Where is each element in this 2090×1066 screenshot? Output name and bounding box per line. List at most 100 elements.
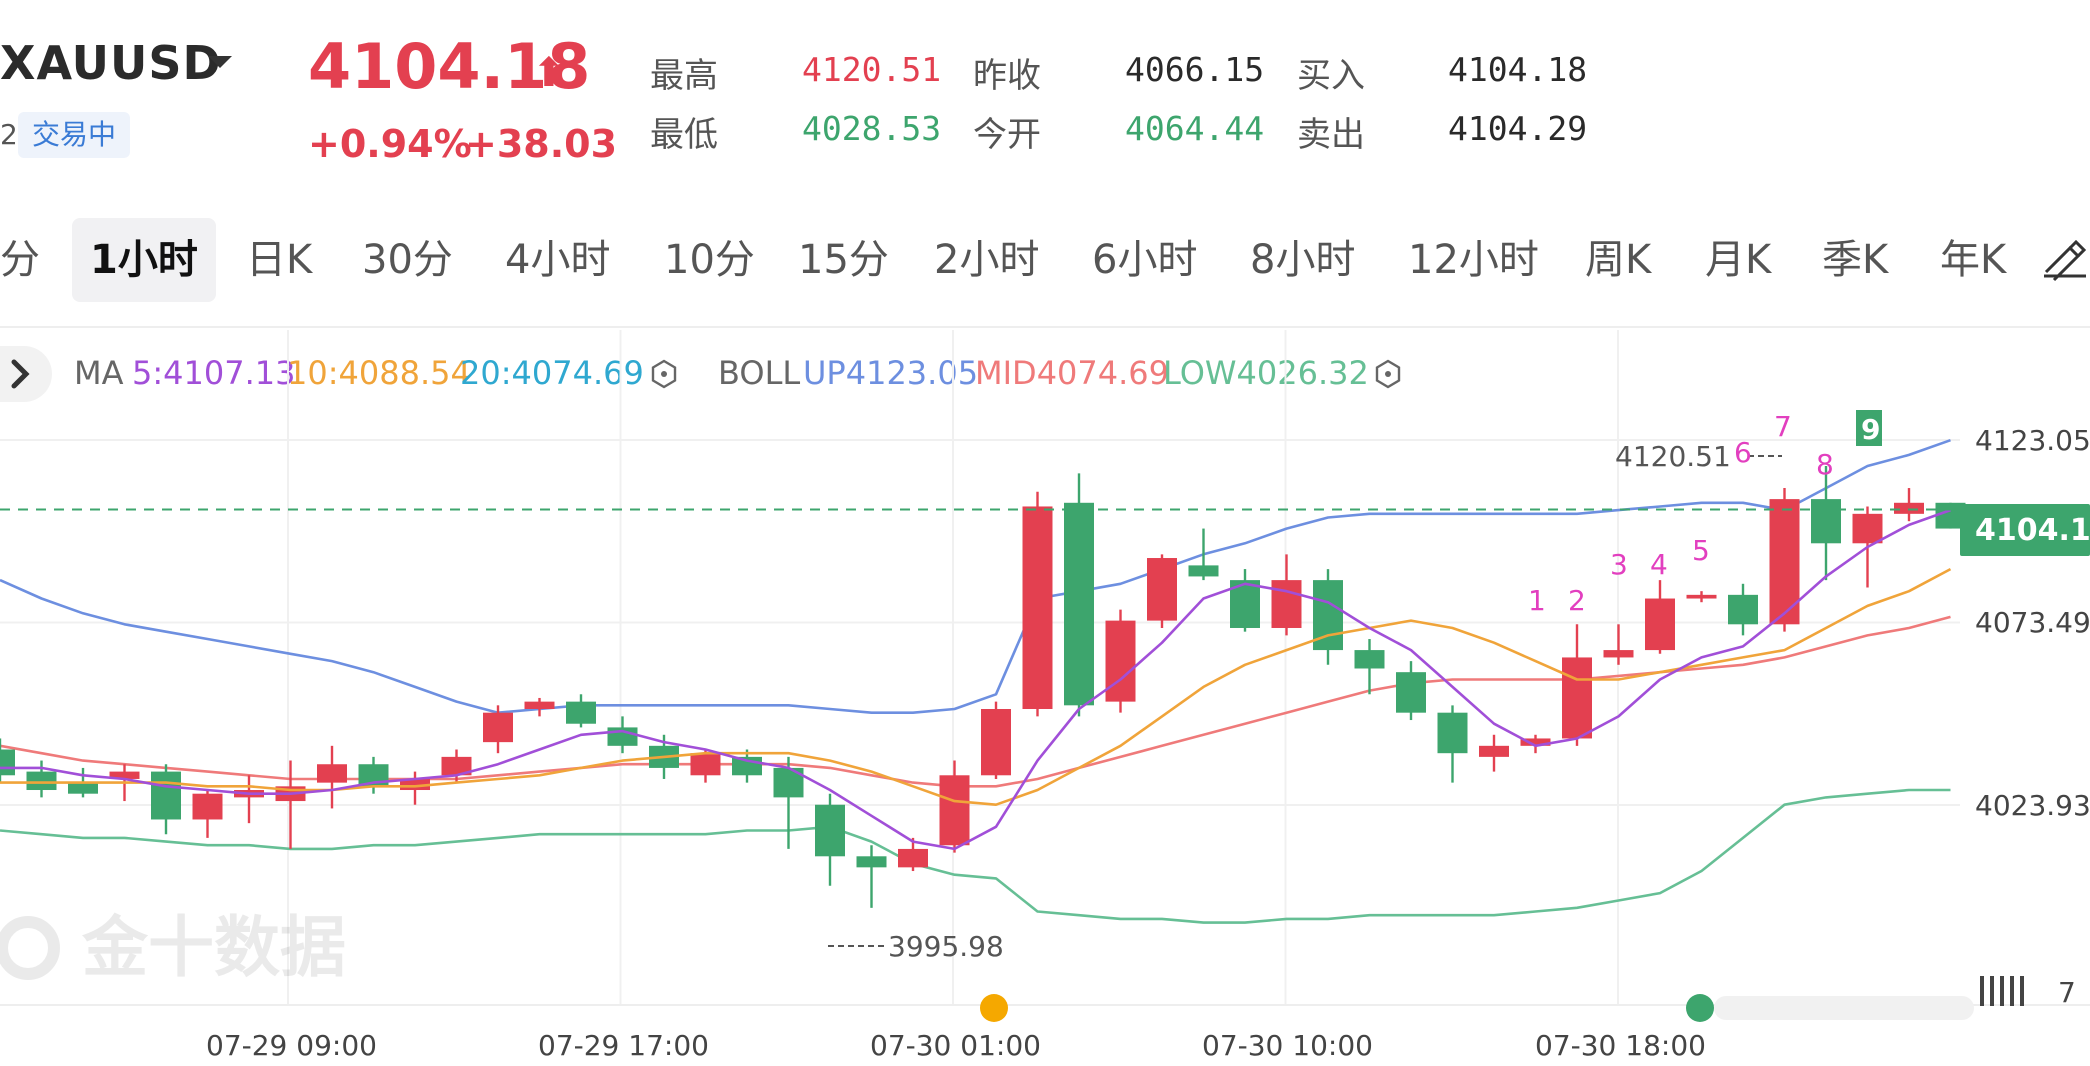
candle-body <box>1147 558 1177 621</box>
draw-tool-icon[interactable] <box>2040 232 2090 282</box>
candle-body <box>939 775 970 846</box>
sequence-label: 7 <box>1774 410 1792 443</box>
tab-12h[interactable]: 12小时 <box>1408 218 1539 302</box>
high-label: 最高 <box>650 56 718 96</box>
tab-4h[interactable]: 4小时 <box>505 218 610 302</box>
x-axis-label: 07-29 17:00 <box>538 1029 709 1062</box>
high-annotation: 4120.51 <box>1615 440 1731 473</box>
tab-15m[interactable]: 15分 <box>798 218 889 302</box>
candle-body <box>815 804 845 857</box>
candle-body <box>1396 672 1426 713</box>
tab-weekly[interactable]: 周K <box>1585 218 1651 302</box>
current-price-tag-text: 4104.18 <box>1975 513 2090 548</box>
low-value: 4028.53 <box>802 109 942 148</box>
watermark-text: 金十数据 <box>81 909 346 986</box>
sequence-label: 2 <box>1568 584 1586 617</box>
low-annotation: 3995.98 <box>888 930 1004 963</box>
candle-body <box>1562 657 1592 739</box>
prev-close-label: 昨收 <box>973 56 1041 96</box>
y-axis-label: 4073.49 <box>1975 606 2090 639</box>
candle-body <box>1064 502 1094 706</box>
candle-body <box>566 701 596 724</box>
period-tabs: 分 1小时 日K 30分 4小时 10分 15分 2小时 6小时 8小时 12小… <box>0 218 2090 302</box>
candle-body <box>898 848 928 868</box>
low-label: 最低 <box>650 115 718 155</box>
candle-body <box>1105 620 1136 702</box>
bid-value: 4104.18 <box>1448 50 1588 89</box>
change-percent: +0.94% <box>308 122 472 166</box>
open-value: 4064.44 <box>1125 109 1265 148</box>
candle-body <box>856 856 887 868</box>
candle-body <box>0 749 15 776</box>
price-up-arrow-icon: ⬆ <box>532 50 566 96</box>
candle-body <box>68 782 98 794</box>
sequence-label: 6 <box>1734 436 1752 469</box>
y-axis-label: 4123.05 <box>1975 424 2090 457</box>
volume-toggle-icon[interactable] <box>1980 976 2024 1006</box>
candle-body <box>1022 506 1053 709</box>
sequence-label: 1 <box>1528 584 1546 617</box>
symbol-name[interactable]: XAUUSD <box>0 36 222 90</box>
corner-text: 7 <box>2058 976 2076 1009</box>
high-value: 4120.51 <box>802 50 942 89</box>
sequence-label: 3 <box>1610 548 1628 581</box>
open-label: 今开 <box>973 115 1041 155</box>
candle-body <box>1271 580 1302 628</box>
tabs-divider <box>0 326 2090 328</box>
symbol-dropdown-icon[interactable] <box>208 56 232 68</box>
tab-daily[interactable]: 日K <box>246 218 312 302</box>
sequence-label: 8 <box>1816 448 1834 481</box>
market-prefix: 2 <box>0 118 18 151</box>
x-axis-label: 07-29 09:00 <box>206 1029 377 1062</box>
ask-value: 4104.29 <box>1448 109 1588 148</box>
candle-body <box>1894 502 1924 514</box>
candle-body <box>1811 499 1841 544</box>
candle-body <box>1852 513 1883 544</box>
x-axis-label: 07-30 10:00 <box>1202 1029 1373 1062</box>
sequence-label: 5 <box>1692 534 1710 567</box>
tab-quarterly[interactable]: 季K <box>1822 218 1888 302</box>
candle-body <box>1437 712 1468 754</box>
event-marker-trail <box>1714 996 1974 1020</box>
tab-1h[interactable]: 1小时 <box>72 218 216 302</box>
candle-body <box>483 712 513 743</box>
candle-body <box>151 771 181 820</box>
tab-30m[interactable]: 30分 <box>362 218 453 302</box>
tab-monthly[interactable]: 月K <box>1705 218 1771 302</box>
candle-body <box>1686 594 1717 599</box>
bid-label: 买入 <box>1297 56 1365 96</box>
candle-body <box>690 753 721 776</box>
sequence-label: 4 <box>1650 548 1668 581</box>
ask-label: 卖出 <box>1297 115 1365 155</box>
candle-body <box>192 793 223 820</box>
candle-body <box>1354 650 1385 669</box>
candle-body <box>26 771 57 791</box>
tab-yearly[interactable]: 年K <box>1940 218 2006 302</box>
x-axis-label: 07-30 18:00 <box>1535 1029 1706 1062</box>
tab-10m[interactable]: 10分 <box>664 218 755 302</box>
current-price-tag: 4104.18 <box>1960 504 2090 556</box>
candle-body <box>1603 650 1634 658</box>
x-axis-label: 07-30 01:00 <box>870 1029 1041 1062</box>
event-marker-dot[interactable] <box>980 994 1008 1022</box>
candle-body <box>1188 565 1219 577</box>
candle-body <box>524 701 555 709</box>
tab-minute[interactable]: 分 <box>0 218 40 302</box>
tab-6h[interactable]: 6小时 <box>1092 218 1197 302</box>
candle-body <box>1479 745 1509 757</box>
change-amount: +38.03 <box>465 122 618 166</box>
event-marker-dot[interactable] <box>1686 994 1714 1022</box>
prev-close-value: 4066.15 <box>1125 50 1265 89</box>
boll-low-line <box>0 788 1951 924</box>
candle-body <box>317 764 347 783</box>
candlestick-chart[interactable]: 金十数据 4123.05 4073.49 4023.93 4104.18 07-… <box>0 330 2090 1066</box>
candle-body <box>981 708 1011 776</box>
sequence-label: 9 <box>1861 413 1880 446</box>
tab-2h[interactable]: 2小时 <box>934 218 1039 302</box>
candle-body <box>1645 598 1675 651</box>
tab-8h[interactable]: 8小时 <box>1250 218 1355 302</box>
trading-status-badge: 交易中 <box>18 112 131 158</box>
candle-body <box>1728 594 1758 625</box>
candles <box>0 465 1966 908</box>
y-axis-label: 4023.93 <box>1975 789 2090 822</box>
